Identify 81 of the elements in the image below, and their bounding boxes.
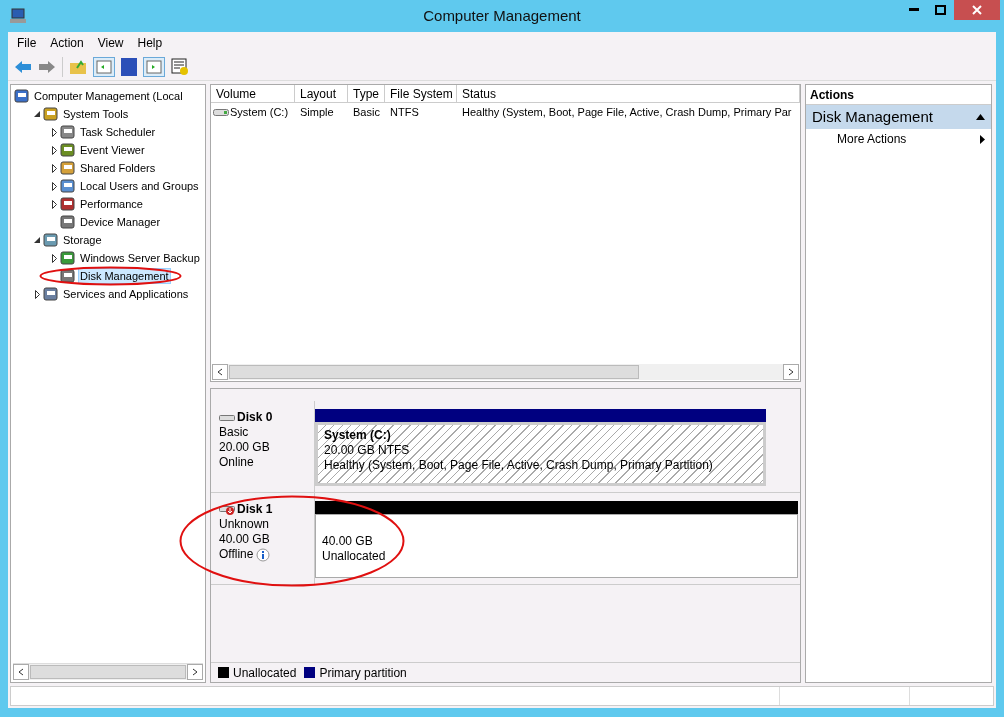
disk-type: Basic: [219, 425, 250, 440]
tree-node-icon: [60, 160, 75, 176]
disk-name: Disk 1: [237, 502, 273, 517]
submenu-arrow-icon: [980, 134, 985, 144]
tree-node-icon: [14, 88, 29, 104]
table-cell-text: Healthy (System, Boot, Page File, Active, Crash Dump, Primary Par: [462, 104, 792, 120]
table-cell-text: Simple: [300, 104, 334, 120]
partition-text: Unallocated: [322, 549, 387, 564]
disk-name: Disk 0: [237, 410, 273, 425]
legend-label: Unallocated: [233, 664, 297, 682]
tree-item[interactable]: Local Users and Groups: [78, 178, 201, 194]
pane-toggle-icon[interactable]: [143, 56, 165, 77]
back-arrow-icon[interactable]: [14, 59, 32, 74]
menu-item[interactable]: Help: [132, 33, 168, 52]
tree-node-icon: [43, 232, 58, 248]
disk-icon: [219, 503, 236, 516]
tree-node-icon: [60, 178, 75, 194]
action-label: More Actions: [837, 131, 907, 148]
drive-icon: [213, 107, 229, 117]
table-cell-text: System (C:): [230, 104, 289, 120]
tree-node-icon: [43, 106, 58, 122]
scrollbar-thumb[interactable]: [30, 665, 186, 679]
tree-node-icon: [43, 286, 58, 302]
window-title: Computer Management: [423, 5, 581, 26]
disk-type: Unknown: [219, 517, 271, 532]
properties-icon[interactable]: [171, 57, 189, 76]
disk-size: 20.00 GB: [219, 440, 271, 455]
section-header[interactable]: Disk Management: [806, 105, 991, 129]
disk-status: Offline: [219, 547, 254, 562]
menu-item[interactable]: Action: [45, 33, 89, 52]
tree-item[interactable]: Task Scheduler: [78, 124, 158, 140]
forward-arrow-icon[interactable]: [38, 59, 56, 74]
partition-block[interactable]: 40.00 GB Unallocated: [315, 514, 798, 578]
tree-item[interactable]: Computer Management (Local: [32, 88, 185, 104]
tree-item[interactable]: Windows Server Backup: [78, 250, 202, 266]
close-button[interactable]: [954, 0, 1000, 20]
scroll-right-button[interactable]: [187, 664, 203, 680]
column-header[interactable]: Layout: [295, 85, 348, 102]
menu-item[interactable]: File: [12, 33, 42, 52]
close-icon: [972, 5, 982, 15]
partition-text: 40.00 GB: [322, 534, 374, 549]
column-header[interactable]: File System: [385, 85, 457, 102]
partition-text: Healthy (System, Boot, Page File, Active, Crash Dump, Primary Partition): [324, 458, 714, 473]
column-header[interactable]: Type: [348, 85, 385, 102]
menu-item[interactable]: View: [92, 33, 129, 52]
table-cell-text: Basic: [353, 104, 380, 120]
action-item[interactable]: More Actions: [806, 129, 991, 149]
disk-size: 40.00 GB: [219, 532, 271, 547]
collapse-icon[interactable]: [976, 114, 985, 120]
tree-node-icon: [60, 124, 75, 140]
section-title: Disk Management: [812, 106, 933, 127]
legend-label: Primary partition: [319, 664, 407, 682]
folder-up-icon[interactable]: [69, 58, 87, 75]
tree-item[interactable]: Event Viewer: [78, 142, 147, 158]
tree-node-icon: [60, 268, 75, 284]
disk-status: Online: [219, 455, 254, 470]
scroll-left-button[interactable]: [212, 364, 228, 380]
tree-node-icon: [60, 142, 75, 158]
column-header[interactable]: Volume: [211, 85, 295, 102]
minimize-icon: [908, 8, 919, 12]
tree-item[interactable]: Shared Folders: [78, 160, 158, 176]
table-cell-text: NTFS: [390, 104, 419, 120]
tree-item[interactable]: System Tools: [61, 106, 131, 122]
maximize-icon: [935, 5, 946, 15]
scroll-left-button[interactable]: [13, 664, 29, 680]
scroll-right-button[interactable]: [783, 364, 799, 380]
tree-node-icon: [60, 196, 75, 212]
partition-text: 20.00 GB NTFS: [324, 443, 411, 458]
partition-title: System (C:): [324, 428, 392, 443]
tree-node-icon: [60, 214, 75, 230]
scrollbar-thumb[interactable]: [229, 365, 639, 379]
app-icon: [10, 8, 28, 24]
column-header[interactable]: Status: [457, 85, 800, 102]
pane-toggle-icon[interactable]: [93, 56, 115, 77]
tree-item[interactable]: Performance: [78, 196, 145, 212]
tree-item[interactable]: Device Manager: [78, 214, 163, 230]
tree-item[interactable]: Storage: [61, 232, 104, 248]
tree-item[interactable]: Services and Applications: [61, 286, 191, 302]
tree-node-icon: [60, 250, 75, 266]
partition-block[interactable]: System (C:) 20.00 GB NTFS Healthy (System, Boot, Page File, Active, Crash Dump, Primary Partition): [315, 422, 766, 486]
info-icon[interactable]: [256, 547, 271, 562]
